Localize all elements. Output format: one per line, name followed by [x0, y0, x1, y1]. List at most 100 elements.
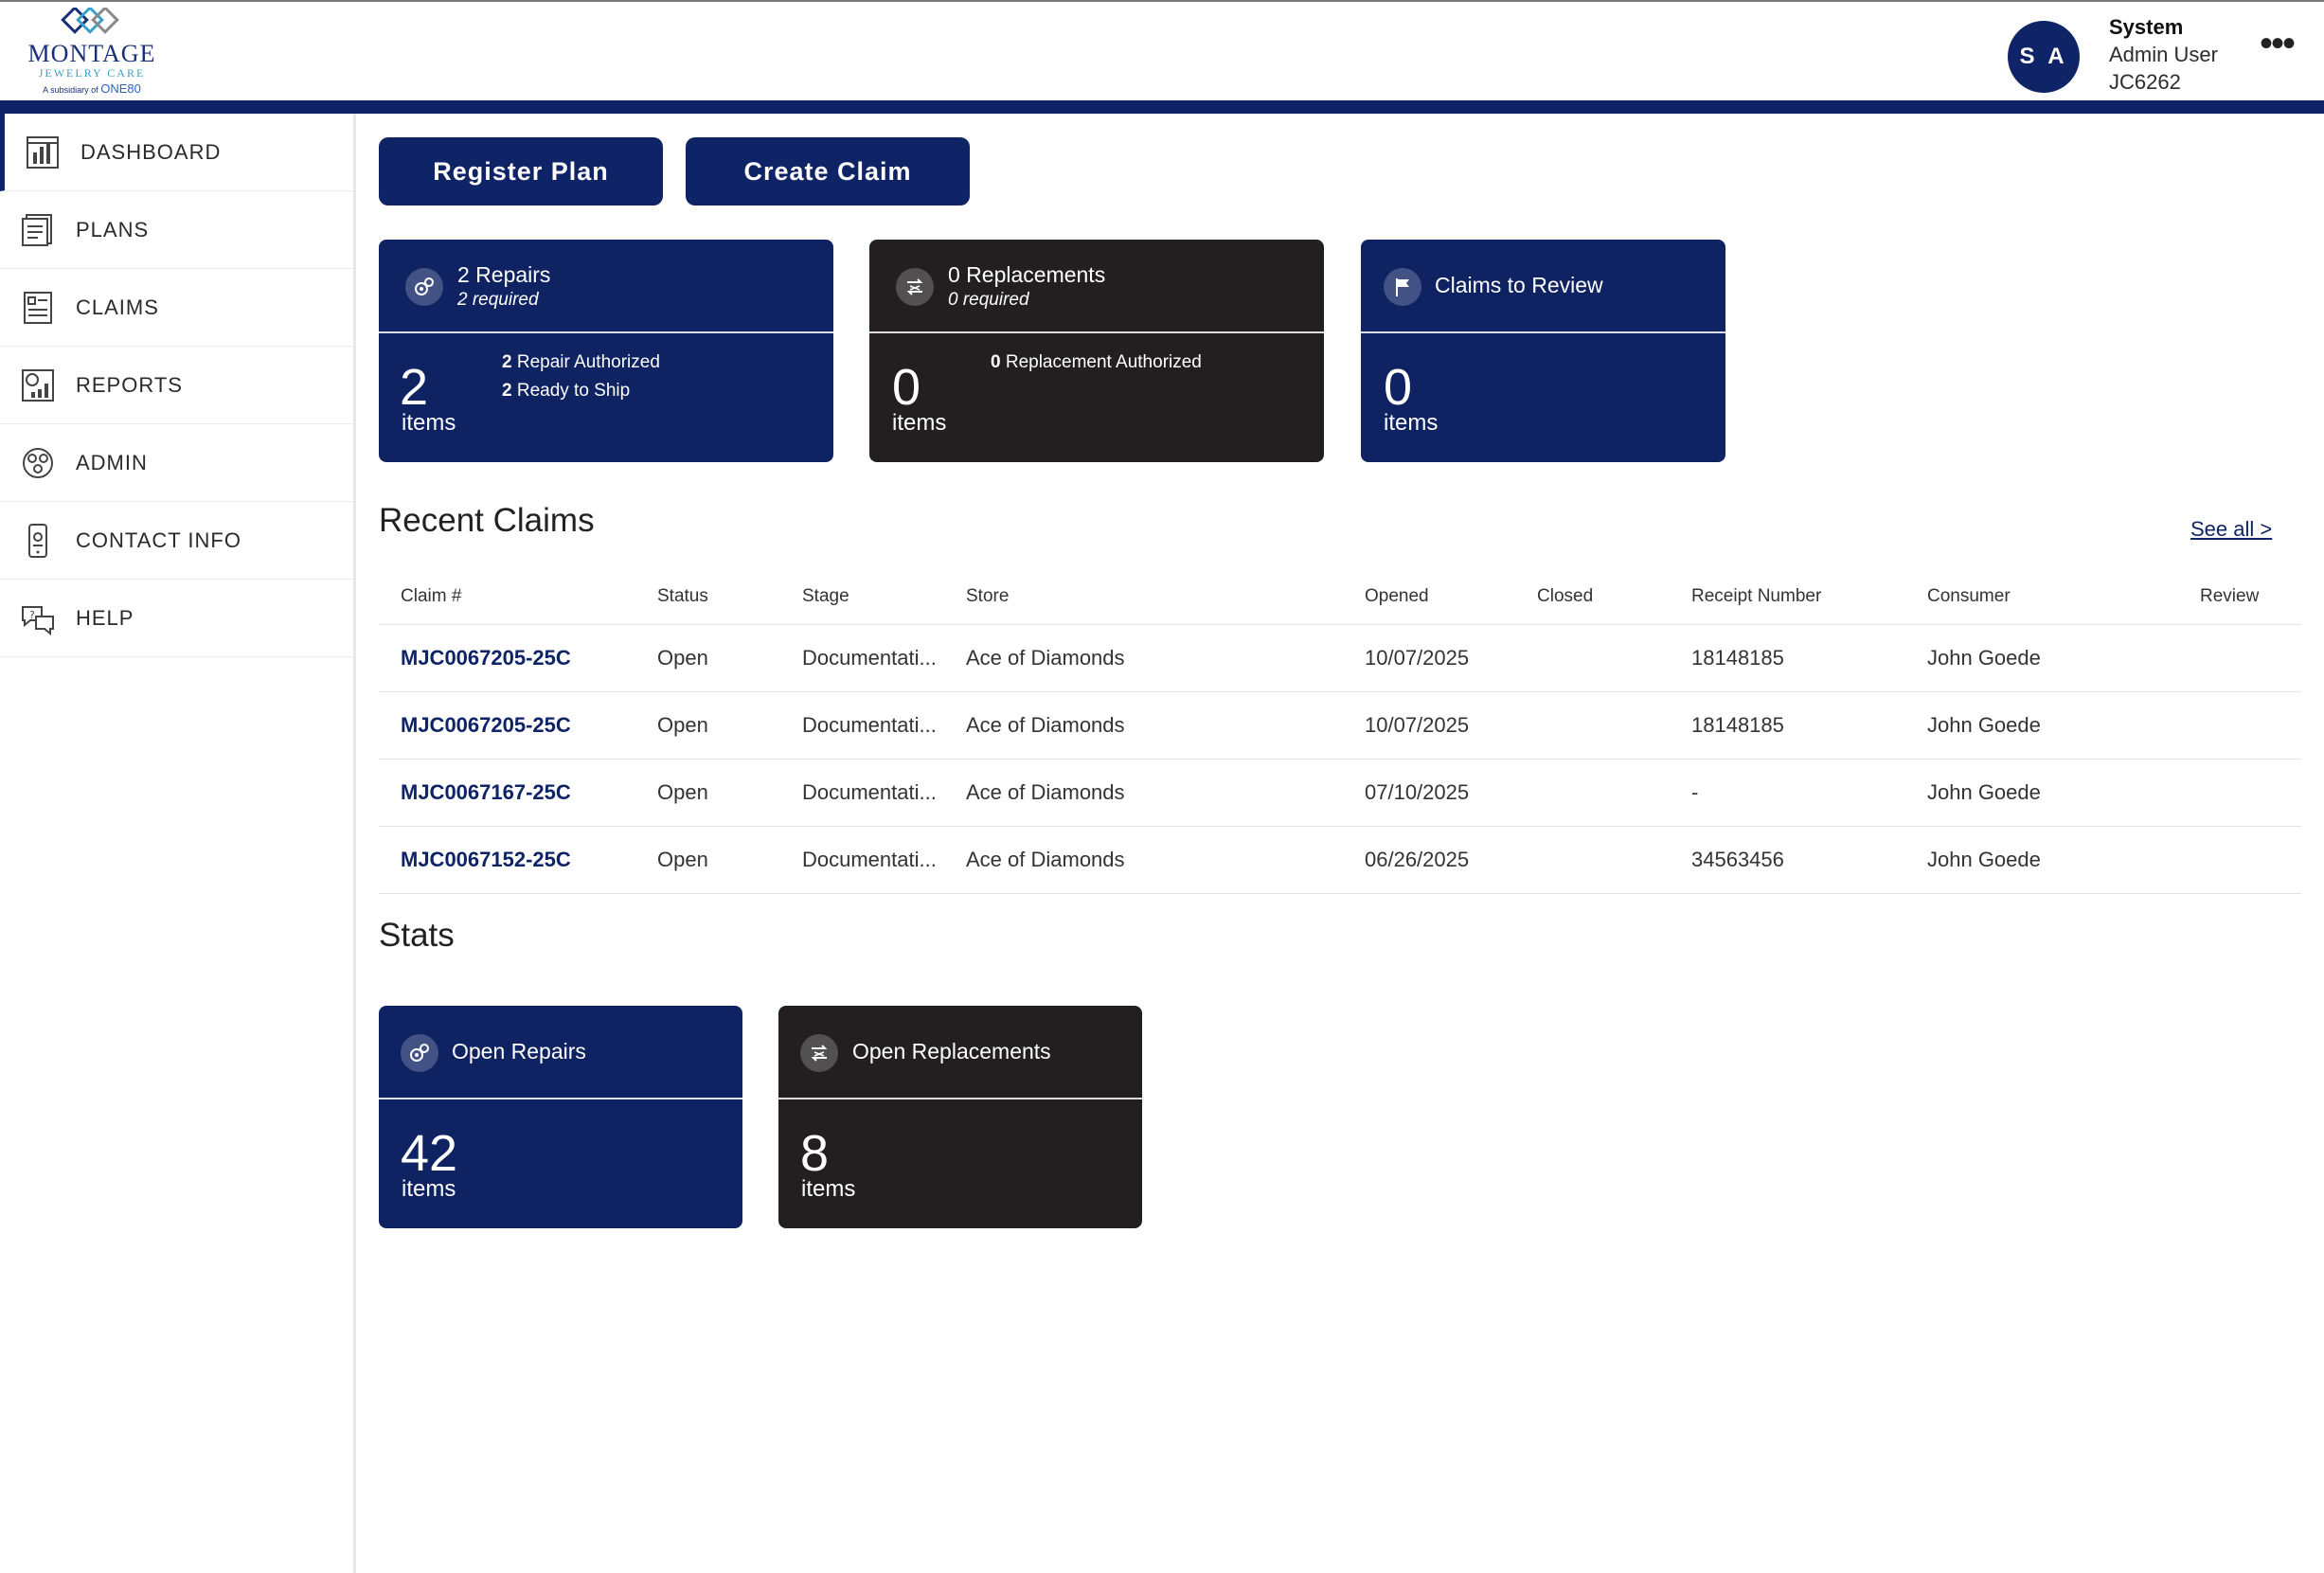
claim-number-link[interactable]: MJC0067205-25C [401, 692, 647, 759]
gears-icon [401, 1034, 438, 1072]
open-replacements-count: 8 [800, 1125, 830, 1182]
svg-text:?: ? [29, 609, 35, 621]
claim-number-link[interactable]: MJC0067167-25C [401, 760, 647, 826]
user-role: Admin User [2109, 43, 2218, 66]
user-info: System Admin User JC6262 [2109, 13, 2218, 96]
open-replacements-unit: items [801, 1176, 856, 1202]
claims-to-review-title: Claims to Review [1435, 273, 1603, 297]
column-header-receipt[interactable]: Receipt Number [1691, 568, 1909, 624]
sidebar-item-plans[interactable]: PLANS [0, 191, 353, 269]
claim-opened: 06/26/2025 [1365, 848, 1470, 871]
claim-status: Open [657, 780, 708, 804]
open-replacements-card[interactable]: Open Replacements 8 items [778, 1006, 1142, 1228]
open-repairs-title: Open Repairs [452, 1039, 586, 1064]
claim-number-link[interactable]: MJC0067205-25C [401, 625, 647, 691]
flag-icon [1384, 268, 1421, 306]
repairs-card[interactable]: 2 Repairs 2 required 2 items 2 Repair Au… [379, 240, 833, 462]
ready-to-ship-line: 2 Ready to Ship [502, 377, 660, 405]
app-header: MONTAGE JEWELRY CARE A subsidiary of ONE… [0, 0, 2324, 100]
sidebar-item-help[interactable]: ? HELP [0, 580, 353, 657]
column-header-status[interactable]: Status [657, 568, 790, 624]
claim-receipt: 18148185 [1691, 646, 1784, 670]
open-replacements-title: Open Replacements [852, 1039, 1051, 1064]
repairs-count: 2 [400, 359, 429, 416]
sidebar-item-claims[interactable]: CLAIMS [0, 269, 353, 347]
table-row[interactable]: MJC0067205-25C Open Documentati... Ace o… [379, 625, 2301, 692]
replacements-card[interactable]: 0 Replacements 0 required 0 items 0 Repl… [869, 240, 1324, 462]
repair-authorized-line: 2 Repair Authorized [502, 349, 660, 377]
column-header-review[interactable]: Review [2200, 568, 2295, 624]
sidebar-item-admin[interactable]: ADMIN [0, 424, 353, 502]
claim-stage: Documentati... [802, 780, 937, 804]
open-repairs-header: Open Repairs [379, 1006, 742, 1099]
replacements-detail: 0 Replacement Authorized [991, 349, 1202, 377]
admin-icon [23, 448, 53, 478]
column-header-claim[interactable]: Claim # [401, 568, 647, 624]
claim-receipt: 34563456 [1691, 848, 1784, 871]
claim-store: Ace of Diamonds [966, 713, 1125, 737]
create-claim-button[interactable]: Create Claim [686, 137, 970, 206]
sidebar-item-label: CLAIMS [76, 295, 159, 319]
column-header-opened[interactable]: Opened [1365, 568, 1526, 624]
register-plan-button[interactable]: Register Plan [379, 137, 663, 206]
claim-opened: 10/07/2025 [1365, 646, 1470, 670]
logo-subsidiary-name: ONE80 [100, 81, 141, 96]
claim-consumer: John Goede [1927, 848, 2041, 871]
see-all-link[interactable]: See all > [2190, 517, 2272, 542]
claim-status: Open [657, 848, 708, 871]
claim-opened: 07/10/2025 [1365, 780, 1470, 804]
sidebar-item-reports[interactable]: REPORTS [0, 347, 353, 424]
montage-logo[interactable]: MONTAGE JEWELRY CARE A subsidiary of ONE… [21, 8, 163, 96]
column-header-stage[interactable]: Stage [802, 568, 954, 624]
open-repairs-unit: items [402, 1176, 456, 1202]
claim-stage: Documentati... [802, 713, 937, 737]
claim-status: Open [657, 646, 708, 670]
claim-number-link[interactable]: MJC0067152-25C [401, 827, 647, 893]
stats-title: Stats [379, 917, 455, 954]
replacement-authorized-label: Replacement Authorized [1005, 352, 1202, 372]
ready-to-ship-label: Ready to Ship [516, 381, 631, 401]
logo-subsidiary-prefix: A subsidiary of [43, 85, 98, 95]
column-header-consumer[interactable]: Consumer [1927, 568, 2173, 624]
replacements-unit: items [892, 410, 947, 436]
claims-to-review-unit: items [1384, 410, 1439, 436]
table-row[interactable]: MJC0067152-25C Open Documentati... Ace o… [379, 827, 2301, 894]
sidebar-item-label: PLANS [76, 217, 150, 241]
table-row[interactable]: MJC0067167-25C Open Documentati... Ace o… [379, 760, 2301, 827]
column-header-store[interactable]: Store [966, 568, 1345, 624]
claim-store: Ace of Diamonds [966, 848, 1125, 871]
dashboard-icon [27, 136, 59, 169]
repairs-card-header: 2 Repairs 2 required [379, 240, 833, 333]
sidebar-item-contact-info[interactable]: CONTACT INFO [0, 502, 353, 580]
replacements-card-title: 0 Replacements [948, 262, 1106, 287]
open-repairs-count: 42 [401, 1125, 458, 1182]
claim-consumer: John Goede [1927, 713, 2041, 737]
claims-to-review-count: 0 [1384, 359, 1413, 416]
plans-icon [22, 214, 52, 246]
logo-diamonds-icon [61, 8, 119, 34]
open-repairs-card[interactable]: Open Repairs 42 items [379, 1006, 742, 1228]
user-avatar[interactable]: S A [2008, 21, 2080, 93]
ready-to-ship-count: 2 [502, 381, 512, 401]
claim-store: Ace of Diamonds [966, 780, 1125, 804]
sidebar-item-dashboard[interactable]: DASHBOARD [0, 114, 353, 191]
claims-to-review-card[interactable]: Claims to Review 0 items [1361, 240, 1725, 462]
more-options-icon[interactable]: ••• [2260, 25, 2301, 63]
user-code: JC6262 [2109, 70, 2181, 94]
logo-name: MONTAGE [27, 40, 156, 67]
user-name: System [2109, 15, 2184, 39]
replacement-authorized-line: 0 Replacement Authorized [991, 349, 1202, 377]
column-header-closed[interactable]: Closed [1537, 568, 1679, 624]
table-row[interactable]: MJC0067205-25C Open Documentati... Ace o… [379, 692, 2301, 760]
reports-icon [22, 369, 54, 402]
claim-review [2200, 625, 2295, 691]
claim-receipt: - [1691, 780, 1699, 804]
logo-tagline: JEWELRY CARE [38, 66, 146, 80]
claims-to-review-header: Claims to Review [1361, 240, 1725, 333]
open-replacements-header: Open Replacements [778, 1006, 1142, 1099]
claim-closed [1537, 760, 1679, 826]
swap-icon [800, 1034, 838, 1072]
help-chat-icon: ? [22, 606, 54, 636]
claim-review [2200, 760, 2295, 826]
sidebar-item-label: DASHBOARD [80, 139, 222, 164]
